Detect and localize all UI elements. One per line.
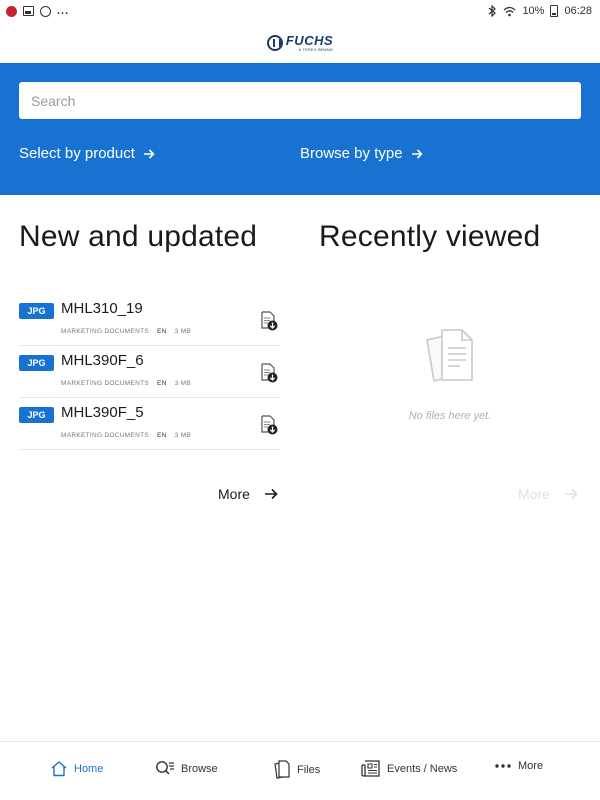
file-type-badge: JPG [19, 407, 54, 423]
file-name[interactable]: MHL310_19 [61, 300, 143, 317]
battery-icon [550, 5, 559, 17]
file-size: 3 MB [174, 328, 192, 335]
file-meta: MARKETING DOCUMENTS EN 3 MB [61, 432, 191, 439]
files-icon [274, 760, 290, 779]
fuchs-logo-mark-icon [266, 34, 283, 51]
nav-events-news-label: Events / News [387, 763, 458, 775]
file-category: MARKETING DOCUMENTS [61, 432, 150, 439]
nav-home-label: Home [74, 762, 104, 775]
nav-files-label: Files [297, 764, 321, 776]
logo-text: FUCHS [285, 32, 334, 48]
file-meta: MARKETING DOCUMENTS EN 3 MB [61, 328, 191, 335]
file-language: EN [157, 380, 167, 387]
file-item[interactable]: JPG MHL390F_5 MARKETING DOCUMENTS EN 3 M… [19, 398, 280, 450]
file-type-badge: JPG [19, 355, 54, 371]
search-input[interactable] [31, 92, 581, 109]
new-and-updated-more-button[interactable]: More [218, 486, 278, 502]
download-file-icon[interactable] [260, 363, 278, 383]
arrow-right-icon [143, 148, 155, 159]
sync-notification-icon [40, 5, 51, 17]
file-category: MARKETING DOCUMENTS [61, 328, 150, 335]
browse-by-type-label: Browse by type [300, 145, 403, 162]
select-by-product-label: Select by product [19, 145, 135, 162]
file-language: EN [157, 328, 167, 335]
status-bar: ... 10% 06:28 [0, 0, 600, 22]
clock: 06:28 [564, 5, 592, 17]
app-notification-icon [6, 5, 17, 17]
bluetooth-icon [489, 5, 497, 17]
download-file-icon[interactable] [260, 415, 278, 435]
download-file-icon[interactable] [260, 311, 278, 331]
recently-viewed-title: Recently viewed [319, 220, 541, 253]
file-size: 3 MB [174, 432, 192, 439]
arrow-right-icon [411, 148, 423, 159]
logo-subtext: A TEREX BRAND [298, 46, 334, 52]
image-notification-icon [23, 6, 34, 16]
empty-documents-icon [426, 329, 473, 383]
home-icon [51, 761, 67, 777]
file-name[interactable]: MHL390F_5 [61, 404, 144, 421]
nav-browse[interactable]: Browse [155, 760, 218, 777]
browse-by-type-link[interactable]: Browse by type [300, 145, 423, 162]
empty-state-text: No files here yet. [408, 410, 492, 422]
nav-home[interactable]: Home [50, 760, 103, 777]
more-dots-icon [495, 764, 511, 768]
status-system: 10% 06:28 [487, 5, 592, 17]
browse-icon [156, 761, 174, 775]
news-icon [361, 760, 380, 777]
arrow-right-icon [264, 488, 278, 500]
more-label: More [518, 486, 550, 502]
bottom-navigation: Home Browse Files Events / News More [0, 741, 600, 800]
search-box[interactable] [19, 82, 581, 119]
file-name[interactable]: MHL390F_6 [61, 352, 144, 369]
app-header: FUCHS A TEREX BRAND [0, 22, 600, 63]
recently-viewed-more-button[interactable]: More [518, 486, 578, 502]
file-type-badge: JPG [19, 303, 54, 319]
arrow-right-icon [564, 488, 578, 500]
file-category: MARKETING DOCUMENTS [61, 380, 150, 387]
file-language: EN [157, 432, 167, 439]
file-size: 3 MB [174, 380, 192, 387]
battery-percent: 10% [522, 5, 545, 17]
new-and-updated-title: New and updated [19, 220, 258, 253]
more-notifications-text: ... [57, 5, 70, 17]
new-and-updated-list: JPG MHL310_19 MARKETING DOCUMENTS EN 3 M… [19, 294, 280, 450]
nav-files[interactable]: Files [273, 760, 320, 780]
nav-events-news[interactable]: Events / News [361, 760, 457, 778]
file-item[interactable]: JPG MHL390F_6 MARKETING DOCUMENTS EN 3 M… [19, 346, 280, 398]
file-meta: MARKETING DOCUMENTS EN 3 MB [61, 380, 191, 387]
hero-banner: Select by product Browse by type [0, 63, 600, 195]
select-by-product-link[interactable]: Select by product [19, 145, 155, 162]
nav-more[interactable]: More [494, 760, 543, 772]
recently-viewed-empty-state: No files here yet. [400, 328, 500, 422]
nav-more-label: More [518, 760, 544, 772]
more-label: More [218, 486, 250, 502]
status-notifications: ... [6, 5, 69, 17]
file-item[interactable]: JPG MHL310_19 MARKETING DOCUMENTS EN 3 M… [19, 294, 280, 346]
fuchs-logo: FUCHS A TEREX BRAND [266, 32, 334, 52]
wifi-icon [504, 6, 516, 16]
nav-browse-label: Browse [181, 762, 218, 775]
